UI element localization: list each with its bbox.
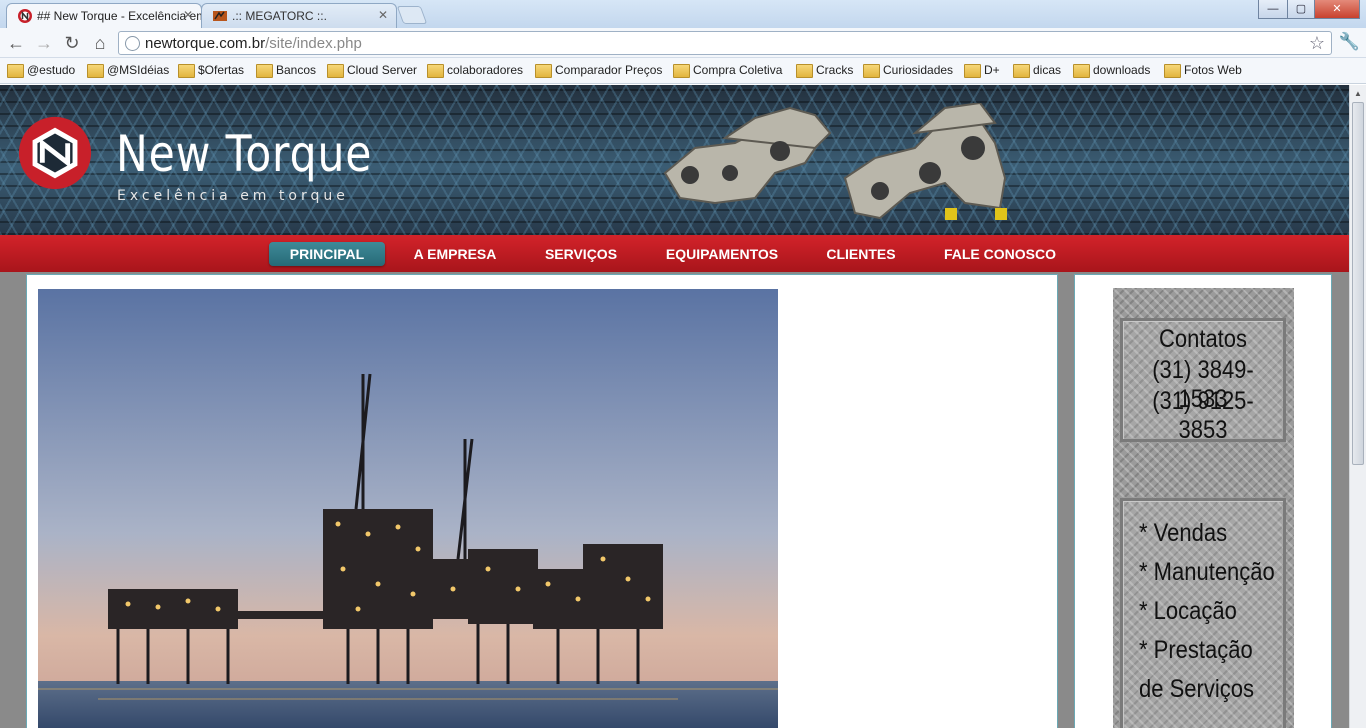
bookmark-folder[interactable]: @MSIdéias xyxy=(87,63,169,78)
bookmark-folder[interactable]: Comparador Preços xyxy=(535,63,662,78)
site-navbar: PRINCIPAL A EMPRESA SERVIÇOS EQUIPAMENTO… xyxy=(0,235,1349,272)
contact-phone: (31) 9125-3853 xyxy=(1152,387,1254,444)
nav-a-empresa[interactable]: A EMPRESA xyxy=(400,242,510,266)
url-domain: newtorque.com.br xyxy=(145,35,266,52)
sidebar-box: Contatos (31) 3849-1533 (31) 9125-3853 *… xyxy=(1074,274,1332,728)
site-tagline: Excelência em torque xyxy=(117,188,349,204)
new-torque-favicon-icon xyxy=(18,9,32,23)
service-item: * Locação xyxy=(1139,597,1237,625)
tab-new-torque[interactable]: ## New Torque - Excelência em torque ✕ xyxy=(6,3,202,28)
nav-servicos[interactable]: SERVIÇOS xyxy=(530,242,632,266)
bookmark-folder[interactable]: downloads xyxy=(1073,63,1150,78)
bookmark-folder[interactable]: D+ xyxy=(964,63,1000,78)
nav-principal[interactable]: PRINCIPAL xyxy=(269,242,385,266)
bookmarks-bar: @estudo @MSIdéias $Ofertas Bancos Cloud … xyxy=(0,58,1366,84)
globe-icon xyxy=(125,36,140,51)
bookmark-folder[interactable]: Curiosidades xyxy=(863,63,953,78)
tab-strip: ## New Torque - Excelência em torque ✕ .… xyxy=(0,0,1366,28)
bookmark-folder[interactable]: @estudo xyxy=(7,63,75,78)
contacts-panel: Contatos (31) 3849-1533 (31) 9125-3853 xyxy=(1120,318,1286,444)
bookmark-folder[interactable]: Compra Coletiva xyxy=(673,63,782,78)
vertical-scrollbar[interactable]: ▲ xyxy=(1349,85,1366,728)
new-torque-logo-icon[interactable] xyxy=(16,114,94,192)
services-panel: * Vendas * Manutenção * Locação * Presta… xyxy=(1120,498,1286,728)
tab-close-icon[interactable]: ✕ xyxy=(378,8,388,22)
new-tab-button[interactable] xyxy=(396,6,428,24)
bookmark-folder[interactable]: Cloud Server xyxy=(327,63,417,78)
forward-arrow-icon[interactable]: → xyxy=(34,33,54,53)
service-item: * Vendas xyxy=(1139,519,1228,547)
contact-plate: Contatos (31) 3849-1533 (31) 9125-3853 *… xyxy=(1113,288,1294,728)
bookmark-folder[interactable]: Fotos Web xyxy=(1164,63,1242,78)
nav-clientes[interactable]: CLIENTES xyxy=(812,242,910,266)
main-content-box xyxy=(26,274,1058,728)
browser-toolbar: ← → ↻ ⌂ newtorque.com.br/site/index.php … xyxy=(0,28,1366,58)
service-item: de Serviços xyxy=(1139,675,1254,703)
tab-close-icon[interactable]: ✕ xyxy=(183,8,193,22)
oil-platform-photo xyxy=(38,289,778,728)
contacts-title: Contatos xyxy=(1158,325,1248,353)
url-path: /site/index.php xyxy=(265,35,362,52)
bookmark-folder[interactable]: colaboradores xyxy=(427,63,523,78)
reload-icon[interactable]: ↻ xyxy=(62,33,82,53)
web-page: New Torque Excelência em torque PRINCIPA… xyxy=(0,85,1349,728)
address-bar[interactable]: newtorque.com.br/site/index.php ☆ xyxy=(118,31,1332,55)
service-item: * Manutenção xyxy=(1139,558,1275,586)
service-item: * Prestação xyxy=(1139,636,1253,664)
bookmark-folder[interactable]: $Ofertas xyxy=(178,63,244,78)
scrollbar-thumb[interactable] xyxy=(1352,102,1364,465)
back-arrow-icon[interactable]: ← xyxy=(6,33,26,53)
bookmark-star-icon[interactable]: ☆ xyxy=(1309,33,1325,54)
wrench-menu-icon[interactable]: 🔧 xyxy=(1339,32,1360,52)
megatorc-favicon-icon xyxy=(213,11,227,21)
torque-wrenches-image xyxy=(663,103,1007,220)
scroll-up-arrow-icon[interactable]: ▲ xyxy=(1354,89,1362,98)
site-header: New Torque Excelência em torque xyxy=(0,85,1349,235)
bookmark-folder[interactable]: Cracks xyxy=(796,63,853,78)
home-icon[interactable]: ⌂ xyxy=(90,33,110,53)
bookmark-folder[interactable]: Bancos xyxy=(256,63,316,78)
nav-equipamentos[interactable]: EQUIPAMENTOS xyxy=(652,242,792,266)
site-brand-name[interactable]: New Torque xyxy=(116,125,372,183)
tab-title: ## New Torque - Excelência em torque xyxy=(37,9,201,23)
tab-title: .:: MEGATORC ::. xyxy=(232,9,327,23)
nav-fale-conosco[interactable]: FALE CONOSCO xyxy=(930,242,1070,266)
minimize-button[interactable]: — xyxy=(1258,0,1288,19)
maximize-button[interactable]: ▢ xyxy=(1287,0,1315,19)
bookmark-folder[interactable]: dicas xyxy=(1013,63,1061,78)
close-window-button[interactable]: ✕ xyxy=(1314,0,1360,19)
tab-megatorc[interactable]: .:: MEGATORC ::. ✕ xyxy=(201,3,397,28)
